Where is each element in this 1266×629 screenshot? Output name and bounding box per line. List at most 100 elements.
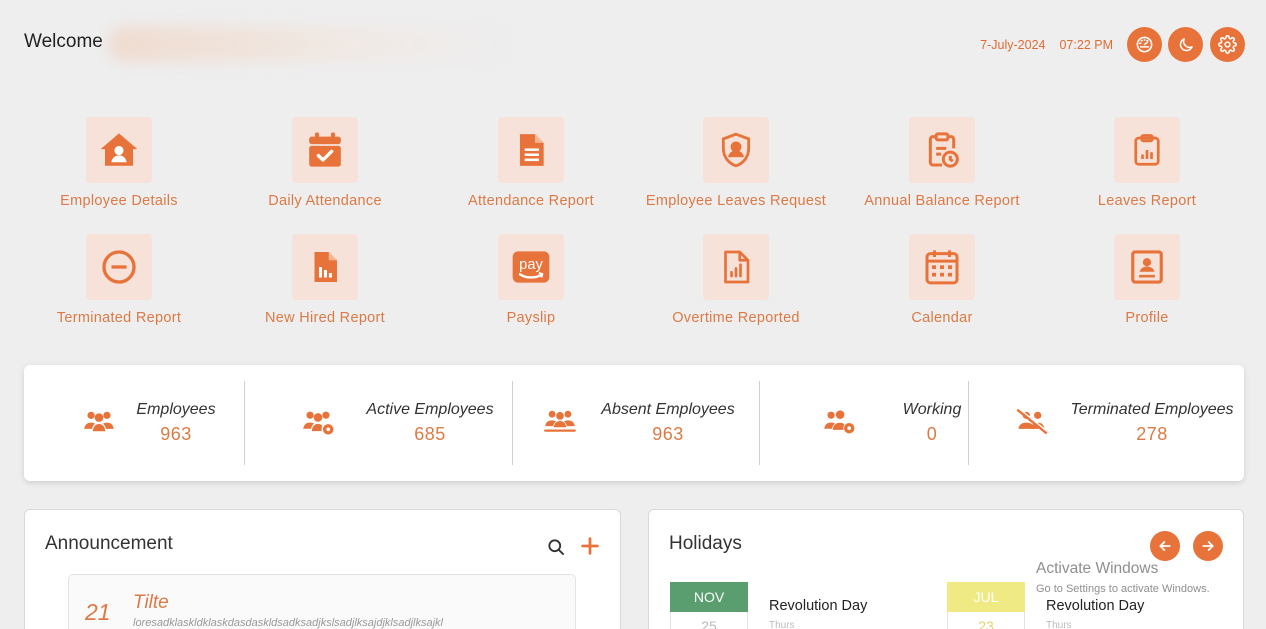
arrow-right-icon — [1200, 538, 1216, 554]
stat-label: Terminated Employees — [1070, 401, 1234, 418]
calendar-grid-icon — [922, 247, 962, 287]
holidays-title: Holidays — [669, 533, 742, 554]
dashboard-page: Welcome 7-July-2024 07:22 PM Employee Det… — [0, 0, 1266, 629]
tile-icon-box — [909, 117, 975, 183]
moon-icon — [1177, 36, 1195, 54]
tile-label: Leaves Report — [1097, 193, 1197, 209]
tile-label: Employee Leaves Request — [645, 193, 827, 209]
tile-label: Attendance Report — [467, 193, 594, 209]
stat-terminated-employees[interactable]: Terminated Employees 278 — [969, 365, 1244, 481]
tile-label: New Hired Report — [264, 310, 386, 326]
dark-mode-button[interactable] — [1168, 27, 1203, 62]
current-time: 07:22 PM — [1059, 38, 1113, 52]
activate-windows-watermark: Activate Windows Go to Settings to activ… — [1036, 560, 1210, 595]
tile-label: Terminated Report — [56, 310, 182, 326]
users-gear-icon — [301, 407, 335, 437]
stat-value: 963 — [160, 424, 192, 444]
tile-profile[interactable]: Profile — [1052, 234, 1242, 326]
tile-annual-balance-report[interactable]: Annual Balance Report — [847, 117, 1037, 209]
tile-icon-box — [292, 117, 358, 183]
tile-terminated-report[interactable]: Terminated Report — [24, 234, 214, 326]
tile-overtime-reported[interactable]: Overtime Reported — [641, 234, 831, 326]
watermark-line2: Go to Settings to activate Windows. — [1036, 583, 1210, 595]
stat-label: Working — [902, 401, 962, 418]
announcement-card: Announcement 21 Tilte loresadklaskldklas… — [24, 509, 621, 629]
announcement-item-body: loresadklaskldklaskdasdaskldsadksadjksls… — [133, 617, 443, 629]
tile-icon-box — [292, 234, 358, 300]
dashboard-gauge-icon — [1135, 35, 1154, 54]
holiday-weekday: Thurs — [769, 620, 795, 629]
users-cog-icon — [822, 407, 856, 437]
tile-icon-box: pay — [498, 234, 564, 300]
clipboard-clock-icon — [922, 130, 962, 170]
amazon-pay-icon: pay — [509, 245, 553, 289]
tile-icon-box — [1114, 234, 1180, 300]
current-date: 7-July-2024 — [980, 38, 1046, 52]
tile-label: Calendar — [911, 310, 973, 326]
tile-icon-box — [86, 117, 152, 183]
stat-value: 278 — [1136, 424, 1168, 444]
blurred-username — [108, 26, 518, 62]
tile-label: Employee Details — [60, 193, 178, 209]
holiday-weekday: Thurs — [1046, 620, 1072, 629]
tile-new-hired-report[interactable]: New Hired Report — [230, 234, 420, 326]
search-icon[interactable] — [546, 537, 566, 557]
tile-employee-details[interactable]: Employee Details — [24, 117, 214, 209]
stat-value: 963 — [652, 424, 684, 444]
tile-icon-box — [703, 117, 769, 183]
announcement-title: Announcement — [45, 533, 173, 554]
welcome-text: Welcome — [24, 31, 103, 52]
users-slash-icon — [1015, 407, 1049, 435]
tile-attendance-report[interactable]: Attendance Report — [436, 117, 626, 209]
tile-employee-leaves-request[interactable]: Employee Leaves Request — [641, 117, 831, 209]
stat-employees[interactable]: Employees 963 — [24, 365, 244, 481]
dashboard-button[interactable] — [1127, 27, 1162, 62]
announcement-item[interactable]: 21 Tilte loresadklaskldklaskdasdaskldsad… — [68, 574, 576, 629]
tile-leaves-report[interactable]: Leaves Report — [1052, 117, 1242, 209]
add-icon[interactable] — [579, 535, 601, 557]
calendar-check-icon — [305, 130, 345, 170]
next-button[interactable] — [1193, 531, 1223, 561]
users-line-icon — [543, 407, 577, 435]
tile-icon-box — [909, 234, 975, 300]
tile-label: Profile — [1125, 310, 1169, 326]
holiday-month: JUL — [947, 582, 1025, 612]
tile-icon-box — [703, 234, 769, 300]
tile-icon-box — [86, 234, 152, 300]
shield-user-icon — [717, 131, 755, 169]
home-user-icon — [98, 129, 140, 171]
holiday-name: Revolution Day — [1046, 598, 1145, 614]
stat-working[interactable]: Working 0 — [760, 365, 968, 481]
previous-button[interactable] — [1150, 531, 1180, 561]
gear-icon — [1218, 35, 1237, 54]
tile-label: Payslip — [506, 310, 556, 326]
holiday-name: Revolution Day — [769, 598, 868, 614]
tile-icon-box — [1114, 117, 1180, 183]
tile-label: Daily Attendance — [268, 193, 382, 209]
watermark-line1: Activate Windows — [1036, 560, 1159, 577]
file-bar-chart-icon — [718, 249, 754, 285]
profile-card-icon — [1128, 248, 1166, 286]
datetime: 7-July-2024 07:22 PM — [980, 38, 1113, 52]
document-icon — [512, 131, 550, 169]
svg-text:pay: pay — [519, 257, 543, 273]
announcement-item-title: Tilte — [133, 592, 169, 613]
stat-label: Employees — [136, 401, 216, 418]
holiday-day: 23 — [947, 612, 1025, 629]
stats-card: Employees 963 Active Employees 685 Absen… — [24, 365, 1244, 481]
users-icon — [82, 407, 116, 435]
stat-active-employees[interactable]: Active Employees 685 — [245, 365, 512, 481]
tile-daily-attendance[interactable]: Daily Attendance — [230, 117, 420, 209]
stat-value: 0 — [926, 424, 938, 444]
stat-absent-employees[interactable]: Absent Employees 963 — [513, 365, 759, 481]
file-chart-icon — [307, 249, 343, 285]
clipboard-chart-icon — [1129, 132, 1165, 168]
stat-value: 685 — [414, 424, 446, 444]
tile-icon-box — [498, 117, 564, 183]
tile-calendar[interactable]: Calendar — [847, 234, 1037, 326]
settings-button[interactable] — [1210, 27, 1245, 62]
arrow-left-icon — [1157, 538, 1173, 554]
stat-label: Absent Employees — [601, 401, 735, 418]
stat-label: Active Employees — [366, 401, 494, 418]
tile-payslip[interactable]: pay Payslip — [436, 234, 626, 326]
